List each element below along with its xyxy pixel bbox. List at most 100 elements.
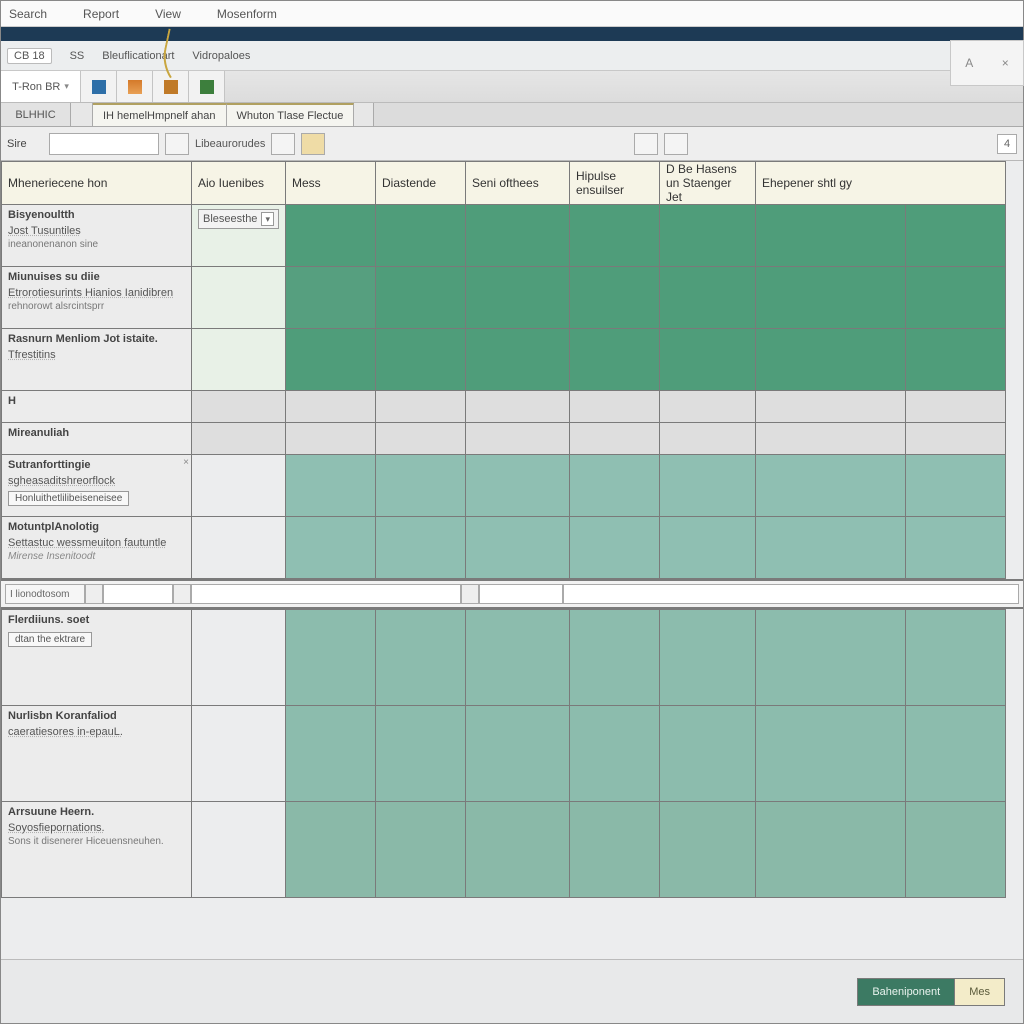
grid-cell[interactable] xyxy=(660,610,756,706)
grid-cell[interactable] xyxy=(286,205,376,267)
grid-cell[interactable] xyxy=(466,455,570,517)
subtab-extra[interactable] xyxy=(354,103,374,126)
row-header[interactable]: Nurlisbn Koranfaliodcaeratiesores in-epa… xyxy=(2,706,192,802)
grid-cell[interactable] xyxy=(570,610,660,706)
grid-cell[interactable] xyxy=(906,802,1006,898)
grid-cell[interactable] xyxy=(570,455,660,517)
ribbon-badge[interactable]: CB 18 xyxy=(7,48,52,64)
grid-cell[interactable] xyxy=(286,391,376,423)
grid-cell[interactable] xyxy=(660,329,756,391)
grid-cell[interactable] xyxy=(570,802,660,898)
grid-cell[interactable] xyxy=(756,391,906,423)
splitbar-field[interactable] xyxy=(191,584,461,604)
subtab-control[interactable] xyxy=(71,103,93,126)
filter-input[interactable] xyxy=(49,133,159,155)
menu-item[interactable]: View xyxy=(155,7,181,21)
filter-button[interactable] xyxy=(634,133,658,155)
grid-cell[interactable] xyxy=(906,329,1006,391)
row-header[interactable]: MotuntplAnolotigSettastuc wessmeuiton fa… xyxy=(2,517,192,579)
ribbon-item[interactable]: SS xyxy=(70,50,85,62)
close-icon[interactable]: × xyxy=(183,457,189,468)
tool-button[interactable] xyxy=(81,71,117,102)
grid-cell[interactable] xyxy=(660,517,756,579)
grid-cell[interactable] xyxy=(376,802,466,898)
grid-cell[interactable] xyxy=(286,517,376,579)
grid-cell[interactable] xyxy=(286,802,376,898)
filter-button[interactable] xyxy=(301,133,325,155)
column-header[interactable]: Mess xyxy=(286,162,376,205)
grid-cell[interactable] xyxy=(192,610,286,706)
grid-cell[interactable] xyxy=(570,423,660,455)
grid-cell[interactable] xyxy=(286,455,376,517)
grid-cell[interactable] xyxy=(466,802,570,898)
grid-cell[interactable] xyxy=(756,205,906,267)
window-control[interactable]: A xyxy=(965,56,973,70)
grid-cell[interactable] xyxy=(570,329,660,391)
row-header[interactable]: Miunuises su diieEtrorotiesurints Hianio… xyxy=(2,267,192,329)
column-header[interactable]: Aio Iuenibes xyxy=(192,162,286,205)
grid-cell[interactable] xyxy=(376,706,466,802)
menu-item[interactable]: Mosenform xyxy=(217,7,277,21)
filter-button[interactable] xyxy=(271,133,295,155)
column-header[interactable]: Seni ofthees xyxy=(466,162,570,205)
splitbar-field[interactable] xyxy=(103,584,173,604)
split-bar[interactable]: I lionodtosom xyxy=(1,579,1023,609)
grid-cell[interactable] xyxy=(376,391,466,423)
grid-cell[interactable] xyxy=(906,205,1006,267)
grid-cell[interactable] xyxy=(570,267,660,329)
grid-cell[interactable]: Bleseesthe▾ xyxy=(192,205,286,267)
row-header[interactable]: Arrsuune Heern.Soyosfiepornations.Sons i… xyxy=(2,802,192,898)
grid-cell[interactable] xyxy=(660,423,756,455)
tool-button[interactable] xyxy=(189,71,225,102)
main-dropdown[interactable]: T-Ron BR ▾ xyxy=(1,71,81,102)
grid-cell[interactable] xyxy=(466,205,570,267)
grid-cell[interactable] xyxy=(376,423,466,455)
row-header[interactable]: H xyxy=(2,391,192,423)
grid-cell[interactable] xyxy=(906,455,1006,517)
grid-cell[interactable] xyxy=(756,610,906,706)
row-header[interactable]: BisyenoultthJost Tusuntilesineanonenanon… xyxy=(2,205,192,267)
grid-cell[interactable] xyxy=(756,455,906,517)
filter-secondary[interactable]: Libeaurorudes xyxy=(195,138,265,150)
splitbar-field[interactable] xyxy=(563,584,1019,604)
grid-cell[interactable] xyxy=(906,706,1006,802)
grid-cell[interactable] xyxy=(466,517,570,579)
grid-cell[interactable] xyxy=(286,610,376,706)
splitbar-field[interactable] xyxy=(479,584,563,604)
subtab[interactable]: IH hemelHmpnelf ahan xyxy=(93,103,227,126)
splitbar-button[interactable] xyxy=(173,584,191,604)
grid-cell[interactable] xyxy=(756,267,906,329)
column-header[interactable]: Diastende xyxy=(376,162,466,205)
column-header[interactable]: Mheneriecene hon xyxy=(2,162,192,205)
grid-cell[interactable] xyxy=(660,267,756,329)
grid-cell[interactable] xyxy=(660,802,756,898)
row-header[interactable]: Mireanuliah xyxy=(2,423,192,455)
grid-cell[interactable] xyxy=(376,455,466,517)
grid-cell[interactable] xyxy=(906,610,1006,706)
grid-cell[interactable] xyxy=(192,391,286,423)
primary-button[interactable]: Baheniponent xyxy=(857,978,954,1006)
subtab[interactable]: Whuton Tlase Flectue xyxy=(227,103,355,126)
grid-cell[interactable] xyxy=(286,267,376,329)
column-header[interactable]: Ehepener shtl gy xyxy=(756,162,1006,205)
tool-button[interactable] xyxy=(117,71,153,102)
grid-cell[interactable] xyxy=(756,706,906,802)
tool-button[interactable] xyxy=(153,71,189,102)
row-header[interactable]: ×SutranforttingiesgheasaditshreorflockHo… xyxy=(2,455,192,517)
grid-cell[interactable] xyxy=(570,517,660,579)
grid-cell[interactable] xyxy=(756,329,906,391)
grid-cell[interactable] xyxy=(660,455,756,517)
grid-cell[interactable] xyxy=(192,706,286,802)
grid-cell[interactable] xyxy=(660,205,756,267)
row-header[interactable]: Flerdiiuns. soetdtan the ektrare xyxy=(2,610,192,706)
row-pill[interactable]: Honluithetlilibeiseneisee xyxy=(8,491,129,506)
row-header[interactable]: Rasnurn Menliom Jot istaite.Tfrestitins xyxy=(2,329,192,391)
splitbar-button[interactable] xyxy=(461,584,479,604)
grid-cell[interactable] xyxy=(466,329,570,391)
grid-cell[interactable] xyxy=(376,205,466,267)
grid-cell[interactable] xyxy=(286,706,376,802)
grid-cell[interactable] xyxy=(756,423,906,455)
column-header[interactable]: Hipulse ensuilser xyxy=(570,162,660,205)
cell-dropdown[interactable]: Bleseesthe▾ xyxy=(198,209,279,229)
grid-cell[interactable] xyxy=(466,423,570,455)
